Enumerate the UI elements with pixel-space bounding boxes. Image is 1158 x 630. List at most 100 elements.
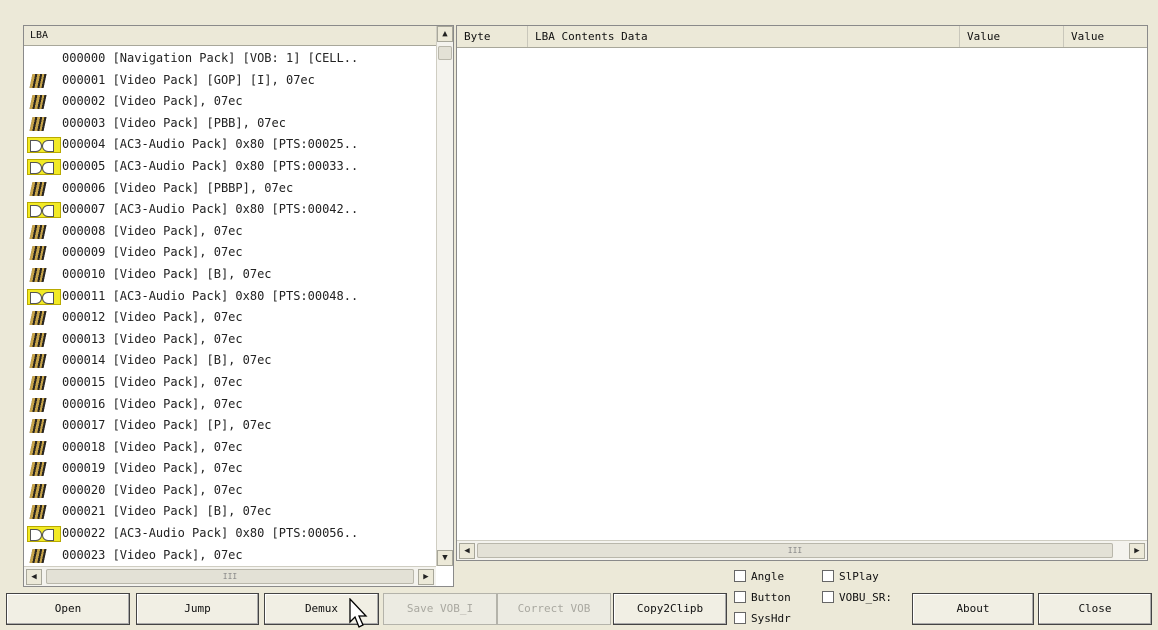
column-value-1[interactable]: Value	[960, 26, 1064, 47]
lba-item-text: 000016 [Video Pack], 07ec	[62, 396, 243, 411]
video-pack-icon	[27, 375, 57, 391]
lba-item-text: 000021 [Video Pack] [B], 07ec	[62, 504, 272, 519]
scroll-up-icon[interactable]: ▲	[437, 26, 453, 42]
column-value-2[interactable]: Value	[1064, 26, 1147, 47]
lba-list-item[interactable]: 000021 [Video Pack] [B], 07ec	[24, 501, 436, 523]
scroll-right-icon[interactable]: ▶	[418, 569, 434, 585]
lba-item-text: 000007 [AC3-Audio Pack] 0x80 [PTS:00042.…	[62, 202, 359, 217]
checkbox-box[interactable]	[734, 612, 746, 624]
lba-item-text: 000011 [AC3-Audio Pack] 0x80 [PTS:00048.…	[62, 288, 359, 303]
video-pack-icon-glyph	[29, 181, 47, 196]
video-pack-icon-glyph	[29, 397, 47, 412]
column-byte[interactable]: Byte	[457, 26, 528, 47]
contents-horizontal-scrollbar[interactable]: ◀ III ▶	[457, 540, 1147, 560]
audio-pack-icon-glyph	[27, 137, 61, 154]
video-pack-icon-glyph	[29, 354, 47, 369]
video-pack-icon	[27, 353, 57, 369]
lba-list-panel[interactable]: LBA 000000 [Navigation Pack] [VOB: 1] [C…	[23, 25, 454, 587]
video-pack-icon-glyph	[29, 311, 47, 326]
video-pack-icon	[27, 116, 57, 132]
lba-list-item[interactable]: 000011 [AC3-Audio Pack] 0x80 [PTS:00048.…	[24, 286, 436, 308]
lba-list-item[interactable]: 000010 [Video Pack] [B], 07ec	[24, 264, 436, 286]
slplay-checkbox[interactable]: SlPlay	[822, 569, 879, 585]
video-pack-icon-glyph	[29, 267, 47, 282]
video-pack-icon	[27, 461, 57, 477]
video-pack-icon	[27, 418, 57, 434]
video-pack-icon	[27, 181, 57, 197]
lba-list-item[interactable]: 000000 [Navigation Pack] [VOB: 1] [CELL.…	[24, 48, 436, 70]
column-lba-contents-data[interactable]: LBA Contents Data	[528, 26, 960, 47]
lba-list-item[interactable]: 000018 [Video Pack], 07ec	[24, 437, 436, 459]
checkbox-box[interactable]	[822, 591, 834, 603]
video-pack-icon-glyph	[29, 483, 47, 498]
lba-item-text: 000006 [Video Pack] [PBBP], 07ec	[62, 180, 294, 195]
lba-vertical-scroll-thumb[interactable]	[438, 46, 452, 60]
vobu-sr-checkbox[interactable]: VOBU_SR:	[822, 590, 892, 606]
scroll-left-icon[interactable]: ◀	[459, 543, 475, 559]
lba-item-text: 000019 [Video Pack], 07ec	[62, 461, 243, 476]
lba-horizontal-scroll-thumb[interactable]: III	[46, 569, 414, 584]
lba-contents-panel[interactable]: Byte LBA Contents Data Value Value ◀ III…	[456, 25, 1148, 561]
syshdr-label: SysHdr	[751, 612, 791, 625]
video-pack-icon	[27, 332, 57, 348]
lba-horizontal-scrollbar[interactable]: ◀ III ▶	[24, 566, 436, 586]
checkbox-box[interactable]	[734, 591, 746, 603]
lba-list-item[interactable]: 000023 [Video Pack], 07ec	[24, 545, 436, 567]
lba-list-item[interactable]: 000006 [Video Pack] [PBBP], 07ec	[24, 178, 436, 200]
scroll-left-icon[interactable]: ◀	[26, 569, 42, 585]
lba-list-item[interactable]: 000017 [Video Pack] [P], 07ec	[24, 415, 436, 437]
navigation-pack-icon	[27, 51, 57, 67]
video-pack-icon	[27, 224, 57, 240]
lba-list-item[interactable]: 000007 [AC3-Audio Pack] 0x80 [PTS:00042.…	[24, 199, 436, 221]
lba-item-text: 000010 [Video Pack] [B], 07ec	[62, 266, 272, 281]
lba-item-text: 000022 [AC3-Audio Pack] 0x80 [PTS:00056.…	[62, 526, 359, 541]
button-checkbox[interactable]: Button	[734, 590, 791, 606]
lba-list-item[interactable]: 000014 [Video Pack] [B], 07ec	[24, 350, 436, 372]
lba-item-text: 000009 [Video Pack], 07ec	[62, 245, 243, 260]
video-pack-icon	[27, 440, 57, 456]
video-pack-icon-glyph	[29, 95, 47, 110]
checkbox-box[interactable]	[822, 570, 834, 582]
lba-list-item[interactable]: 000002 [Video Pack], 07ec	[24, 91, 436, 113]
lba-item-text: 000003 [Video Pack] [PBB], 07ec	[62, 115, 286, 130]
contents-horizontal-scroll-thumb[interactable]: III	[477, 543, 1113, 558]
lba-list-item[interactable]: 000015 [Video Pack], 07ec	[24, 372, 436, 394]
video-pack-icon	[27, 504, 57, 520]
lba-item-text: 000018 [Video Pack], 07ec	[62, 439, 243, 454]
lba-list-item[interactable]: 000001 [Video Pack] [GOP] [I], 07ec	[24, 70, 436, 92]
syshdr-checkbox[interactable]: SysHdr	[734, 611, 791, 627]
lba-list-item[interactable]: 000008 [Video Pack], 07ec	[24, 221, 436, 243]
lba-rows: 000000 [Navigation Pack] [VOB: 1] [CELL.…	[24, 48, 436, 566]
video-pack-icon-glyph	[29, 116, 47, 131]
video-pack-icon	[27, 245, 57, 261]
angle-checkbox[interactable]: Angle	[734, 569, 784, 585]
jump-button[interactable]: Jump	[136, 593, 259, 625]
lba-list-item[interactable]: 000012 [Video Pack], 07ec	[24, 307, 436, 329]
video-pack-icon	[27, 267, 57, 283]
lba-list-item[interactable]: 000005 [AC3-Audio Pack] 0x80 [PTS:00033.…	[24, 156, 436, 178]
close-button[interactable]: Close	[1038, 593, 1152, 625]
lba-column-header[interactable]: LBA	[24, 26, 436, 46]
copy2clipb-button[interactable]: Copy2Clipb	[613, 593, 727, 625]
save-vob-button[interactable]: Save VOB_I	[383, 593, 497, 625]
lba-list-item[interactable]: 000004 [AC3-Audio Pack] 0x80 [PTS:00025.…	[24, 134, 436, 156]
correct-vob-button[interactable]: Correct VOB	[497, 593, 611, 625]
video-pack-icon-glyph	[29, 462, 47, 477]
lba-list-item[interactable]: 000009 [Video Pack], 07ec	[24, 242, 436, 264]
lba-item-text: 000015 [Video Pack], 07ec	[62, 374, 243, 389]
video-pack-icon-glyph	[29, 332, 47, 347]
lba-vertical-scrollbar[interactable]: ▲ ▼	[436, 26, 453, 566]
lba-list-item[interactable]: 000013 [Video Pack], 07ec	[24, 329, 436, 351]
contents-column-headers: Byte LBA Contents Data Value Value	[457, 26, 1147, 48]
lba-list-item[interactable]: 000016 [Video Pack], 07ec	[24, 394, 436, 416]
lba-list-item[interactable]: 000022 [AC3-Audio Pack] 0x80 [PTS:00056.…	[24, 523, 436, 545]
lba-list-item[interactable]: 000019 [Video Pack], 07ec	[24, 458, 436, 480]
open-button[interactable]: Open	[6, 593, 130, 625]
scroll-right-icon[interactable]: ▶	[1129, 543, 1145, 559]
video-pack-icon	[27, 94, 57, 110]
lba-list-item[interactable]: 000003 [Video Pack] [PBB], 07ec	[24, 113, 436, 135]
scroll-down-icon[interactable]: ▼	[437, 550, 453, 566]
checkbox-box[interactable]	[734, 570, 746, 582]
about-button[interactable]: About	[912, 593, 1034, 625]
lba-list-item[interactable]: 000020 [Video Pack], 07ec	[24, 480, 436, 502]
